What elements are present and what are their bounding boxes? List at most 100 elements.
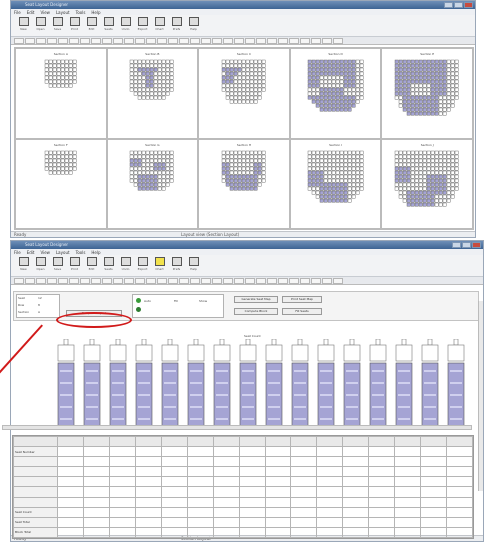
seat[interactable] [52, 59, 57, 64]
seat[interactable] [339, 194, 343, 198]
seat[interactable] [327, 71, 331, 76]
tab[interactable] [80, 38, 90, 44]
tab[interactable] [168, 278, 178, 284]
bottle-column[interactable] [187, 339, 205, 428]
seat[interactable] [150, 59, 154, 64]
seat[interactable] [229, 154, 234, 158]
seat[interactable] [241, 166, 246, 170]
seat[interactable] [72, 63, 77, 68]
seat[interactable] [323, 166, 327, 170]
seat[interactable] [142, 79, 146, 84]
seat[interactable] [414, 154, 419, 158]
seat[interactable] [438, 79, 443, 84]
seat[interactable] [347, 63, 351, 68]
seat[interactable] [261, 178, 266, 182]
seat[interactable] [237, 99, 242, 104]
seat[interactable] [233, 99, 238, 104]
seat[interactable] [237, 186, 242, 190]
table-cell[interactable] [134, 446, 162, 458]
seat[interactable] [410, 99, 415, 104]
seat[interactable] [249, 178, 254, 182]
seat[interactable] [249, 158, 254, 162]
seat[interactable] [398, 186, 403, 190]
seat[interactable] [398, 75, 403, 80]
table-cell[interactable] [186, 486, 214, 498]
seat[interactable] [233, 71, 238, 76]
seat[interactable] [402, 190, 407, 194]
seat[interactable] [446, 182, 451, 186]
table-cell[interactable] [368, 526, 396, 539]
seat[interactable] [398, 158, 403, 162]
seat[interactable] [355, 190, 359, 194]
seat[interactable] [438, 75, 443, 80]
seat[interactable] [158, 182, 162, 186]
seat[interactable] [430, 95, 435, 100]
table-cell[interactable] [342, 466, 370, 478]
maximize-button[interactable] [454, 2, 463, 8]
seat[interactable] [257, 75, 262, 80]
seat[interactable] [327, 150, 331, 154]
seat[interactable] [335, 63, 339, 68]
seat[interactable] [347, 186, 351, 190]
seat[interactable] [339, 59, 343, 64]
seat[interactable] [426, 111, 431, 116]
seat[interactable] [406, 154, 411, 158]
seat[interactable] [315, 162, 319, 166]
seat[interactable] [315, 59, 319, 64]
seat[interactable] [311, 162, 315, 166]
tab[interactable] [124, 278, 134, 284]
menu-item-edit[interactable]: Edit [27, 10, 35, 15]
seat[interactable] [138, 150, 142, 154]
seat[interactable] [446, 186, 451, 190]
seat[interactable] [422, 182, 427, 186]
seat[interactable] [241, 75, 246, 80]
seat[interactable] [48, 79, 53, 84]
seat[interactable] [331, 162, 335, 166]
seat[interactable] [438, 166, 443, 170]
seat[interactable] [430, 75, 435, 80]
table-cell[interactable] [446, 476, 473, 488]
seat[interactable] [402, 158, 407, 162]
seat[interactable] [233, 67, 238, 72]
seat[interactable] [327, 162, 331, 166]
bottle-column[interactable] [83, 339, 101, 428]
seat[interactable] [229, 79, 234, 84]
seat[interactable] [327, 198, 331, 202]
table-cell[interactable] [212, 466, 240, 478]
seat[interactable] [446, 83, 451, 88]
table-cell[interactable] [186, 476, 214, 488]
seat[interactable] [233, 150, 238, 154]
seat[interactable] [359, 182, 363, 186]
seat[interactable] [351, 194, 355, 198]
seat[interactable] [229, 63, 234, 68]
seat[interactable] [237, 95, 242, 100]
seat[interactable] [233, 63, 238, 68]
seat[interactable] [430, 202, 435, 206]
seat[interactable] [154, 67, 158, 72]
seat[interactable] [150, 182, 154, 186]
seat[interactable] [253, 87, 258, 92]
table-cell[interactable] [160, 506, 188, 518]
seat[interactable] [146, 87, 150, 92]
seat[interactable] [257, 166, 262, 170]
seat[interactable] [327, 103, 331, 108]
table-cell[interactable] [264, 526, 292, 539]
seat[interactable] [339, 158, 343, 162]
seat[interactable] [307, 67, 311, 72]
seat[interactable] [410, 186, 415, 190]
seat[interactable] [418, 91, 423, 96]
seat[interactable] [355, 178, 359, 182]
table-cell[interactable] [368, 486, 396, 498]
seat[interactable] [48, 150, 53, 154]
tab[interactable] [58, 38, 68, 44]
seat[interactable] [142, 59, 146, 64]
tab[interactable] [102, 38, 112, 44]
seat[interactable] [166, 150, 170, 154]
seat[interactable] [450, 75, 455, 80]
table-cell[interactable] [82, 516, 110, 528]
tab[interactable] [322, 278, 332, 284]
table-cell[interactable] [57, 456, 84, 468]
seat[interactable] [450, 87, 455, 92]
tab[interactable] [267, 38, 277, 44]
seat[interactable] [261, 174, 266, 178]
